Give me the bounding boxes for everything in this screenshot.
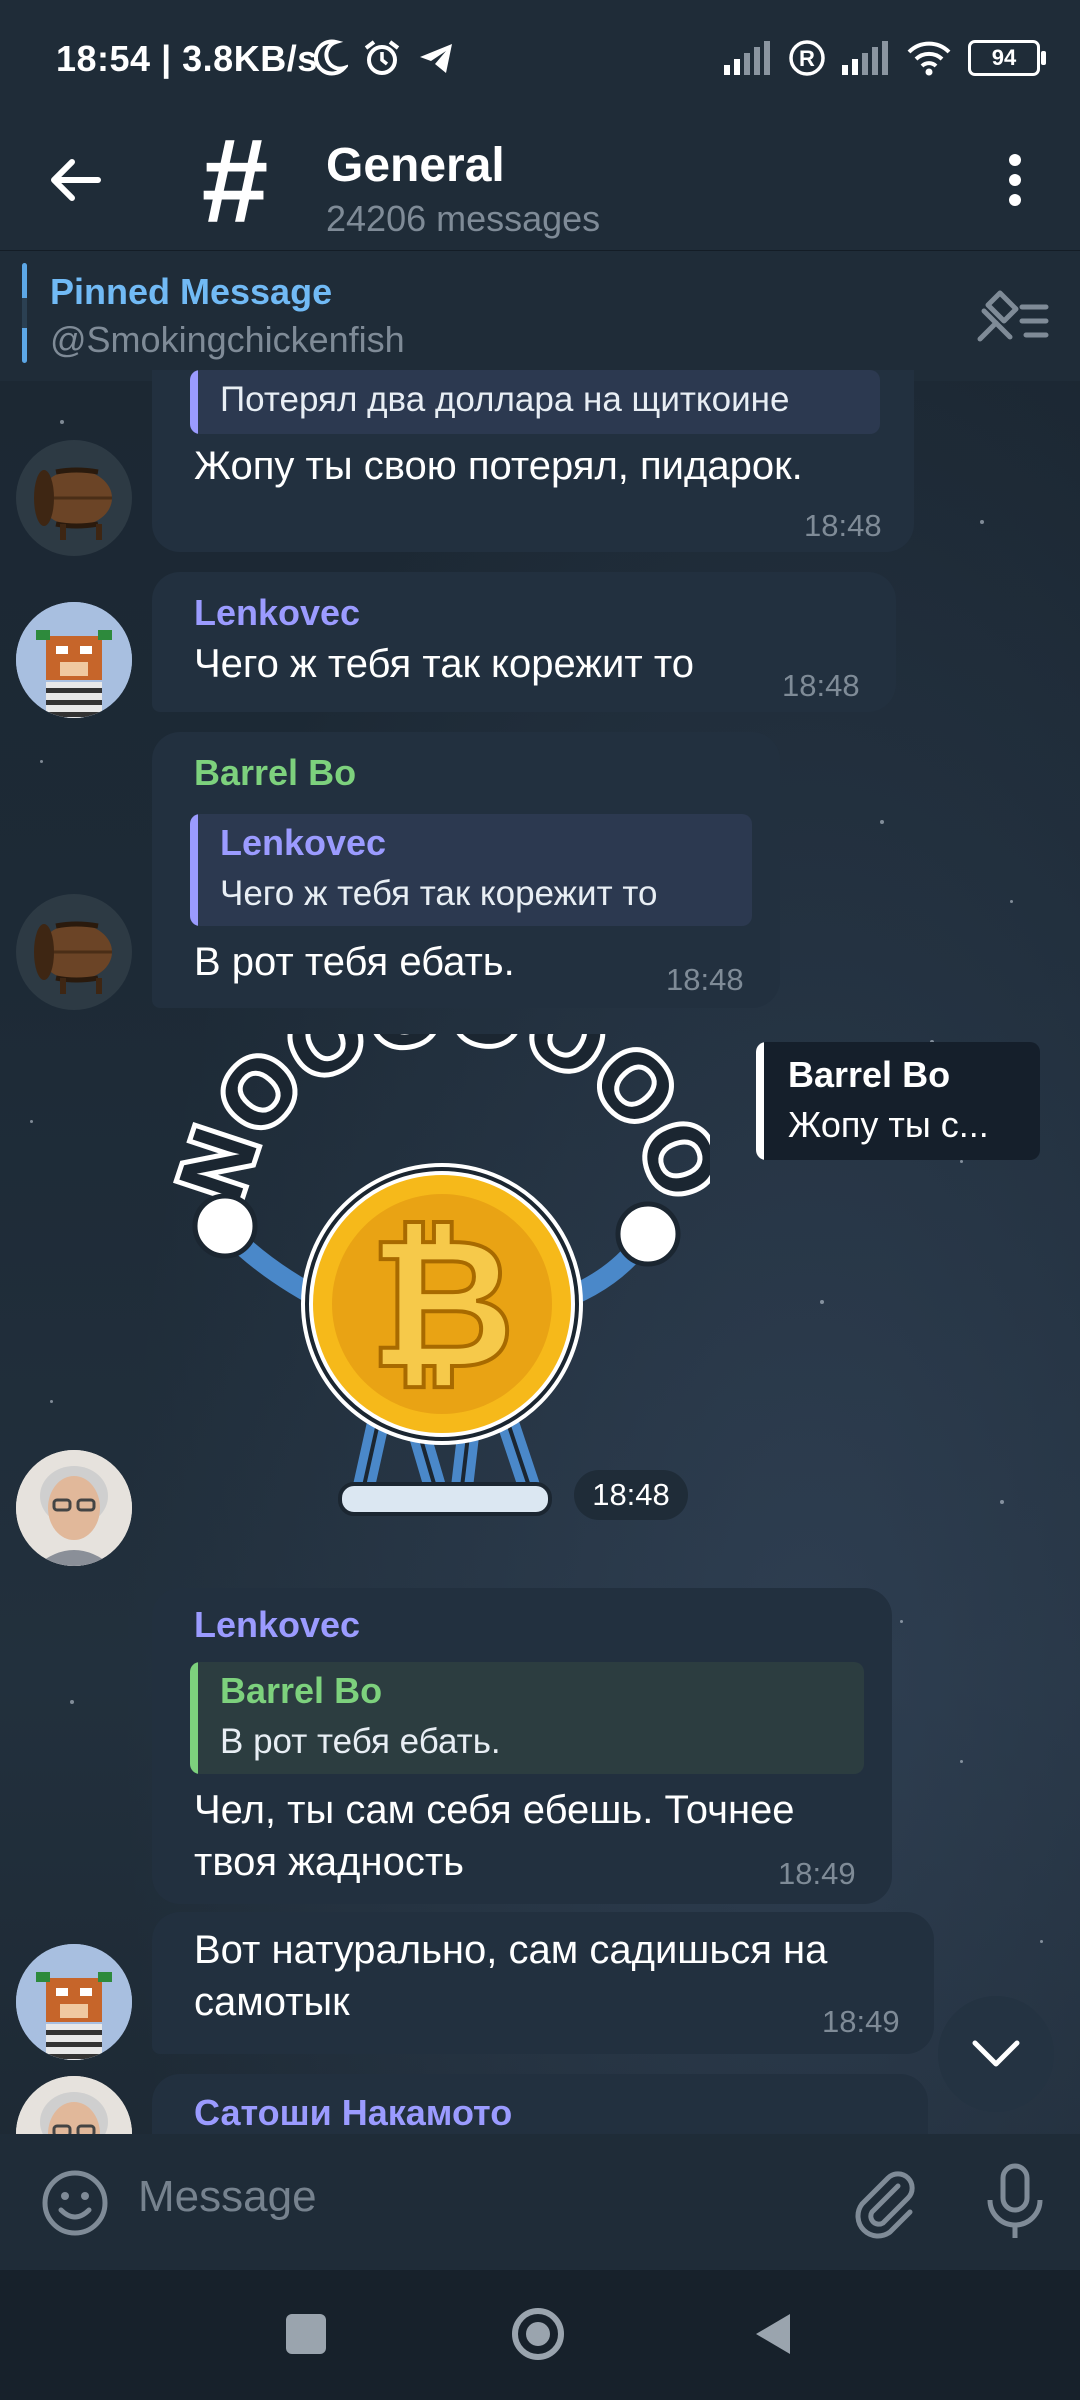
message-text-line2: твоя жадность — [194, 1840, 464, 1884]
emoji-icon[interactable] — [40, 2168, 110, 2238]
pixel-bull-icon — [16, 1944, 132, 2060]
message-bubble[interactable]: Barrel Bo Lenkovec Чего ж тебя так кореж… — [152, 732, 780, 1008]
barrel-icon — [34, 921, 112, 994]
message-composer: Message — [0, 2134, 1080, 2270]
reply-preview[interactable]: Barrel Bo В рот тебя ебать. — [190, 1662, 864, 1774]
signal-icon — [724, 41, 770, 75]
reply-preview[interactable]: Потерял два доллара на щиткоине — [190, 370, 880, 434]
message-time: 18:48 — [592, 1477, 670, 1512]
svg-text:R: R — [799, 46, 815, 71]
alarm-icon — [364, 40, 400, 75]
paperclip-icon[interactable] — [846, 2164, 922, 2240]
pinned-title: Pinned Message — [50, 271, 333, 312]
avatar-lenkovec[interactable] — [16, 1944, 132, 2060]
sticker[interactable]: NOOOOOOO ₿ 18:48 — [155, 951, 743, 1534]
avatar-satoshi[interactable] — [16, 1450, 132, 1566]
pinned-text: @Smokingchickenfish — [50, 319, 405, 360]
sticker-reply-preview[interactable]: Barrel Bo Жопу ты с... — [756, 1042, 1040, 1160]
reply-author: Lenkovec — [220, 822, 387, 863]
avatar-lenkovec[interactable] — [16, 602, 132, 718]
more-menu-button[interactable] — [980, 144, 1050, 216]
message-text: В рот тебя ебать. — [194, 940, 515, 984]
reply-text: Жопу ты с... — [788, 1104, 989, 1145]
reply-text: В рот тебя ебать. — [220, 1722, 501, 1761]
message-count: 24206 messages — [326, 198, 601, 239]
message-time: 18:48 — [804, 508, 882, 543]
chat-header: # General 24206 messages — [0, 120, 1080, 250]
message-text: Жопу ты свою потерял, пидарок. — [194, 444, 803, 488]
sender-name[interactable]: Сатоши Накамото — [194, 2092, 512, 2134]
system-navigation-bar — [0, 2270, 1080, 2400]
message-time: 18:48 — [666, 962, 744, 997]
wifi-icon — [907, 41, 951, 76]
more-vertical-icon — [1009, 154, 1021, 206]
reply-preview[interactable]: Lenkovec Чего ж тебя так корежит то — [190, 814, 752, 926]
chevron-down-icon — [972, 2040, 1020, 2067]
reply-author: Barrel Bo — [220, 1670, 383, 1711]
sender-name[interactable]: Barrel Bo — [194, 752, 356, 794]
bitcoin-sticker-image: NOOOOOOO ₿ — [155, 951, 743, 1516]
telegram-icon — [420, 44, 452, 73]
message-time: 18:49 — [822, 2004, 900, 2039]
sender-name[interactable]: Lenkovec — [194, 592, 360, 634]
message-text: Чего ж тебя так корежит то — [194, 642, 694, 686]
message-text-line1: Вот натурально, сам садишься на — [194, 1928, 828, 1972]
message-bubble[interactable]: Потерял два доллара на щиткоине Жопу ты … — [152, 370, 914, 552]
pinned-list-icon[interactable] — [970, 281, 1050, 351]
pixel-bull-icon — [16, 602, 132, 718]
message-bubble[interactable]: Lenkovec Чего ж тебя так корежит то 18:4… — [152, 572, 896, 712]
message-input[interactable]: Message — [138, 2172, 317, 2222]
scroll-to-bottom-button[interactable] — [938, 1996, 1054, 2112]
battery-level: 94 — [991, 45, 1017, 70]
reply-text: Чего ж тебя так корежит то — [220, 874, 658, 913]
recent-apps-button[interactable] — [286, 2314, 326, 2354]
signal-icon-2 — [842, 41, 888, 75]
reply-author: Barrel Bo — [788, 1054, 951, 1095]
avatar-barrel[interactable] — [16, 894, 132, 1010]
message-bubble[interactable]: Lenkovec Barrel Bo В рот тебя ебать. Чел… — [152, 1588, 892, 1904]
message-bubble[interactable]: Вот натурально, сам садишься на самотык … — [152, 1912, 934, 2054]
message-time: 18:49 — [778, 1856, 856, 1891]
status-time: 18:54 | 3.8KB/s — [56, 38, 318, 79]
svg-text:₿: ₿ — [369, 1204, 516, 1405]
battery-icon: 94 — [968, 40, 1046, 76]
message-time: 18:48 — [782, 668, 860, 703]
reply-text: Потерял два доллара на щиткоине — [220, 380, 790, 419]
pinned-message-bar[interactable]: Pinned Message @Smokingchickenfish — [0, 250, 1080, 381]
sticker-time-badge: 18:48 — [574, 1470, 688, 1520]
person-portrait-icon — [16, 1450, 132, 1566]
message-text-line2: самотык — [194, 1980, 350, 2024]
pinned-indicator — [22, 263, 27, 363]
message-text-line1: Чел, ты сам себя ебешь. Точнее — [194, 1788, 795, 1832]
back-nav-icon[interactable] — [752, 2310, 794, 2358]
barrel-icon — [34, 467, 112, 540]
status-bar: 18:54 | 3.8KB/s R 94 — [0, 0, 1080, 120]
roaming-icon: R — [789, 40, 825, 76]
home-button[interactable] — [512, 2308, 564, 2360]
moon-icon — [313, 39, 348, 76]
sender-name[interactable]: Lenkovec — [194, 1604, 360, 1646]
chat-title[interactable]: General — [326, 140, 505, 192]
avatar-barrel[interactable] — [16, 440, 132, 556]
microphone-icon[interactable] — [980, 2162, 1050, 2242]
